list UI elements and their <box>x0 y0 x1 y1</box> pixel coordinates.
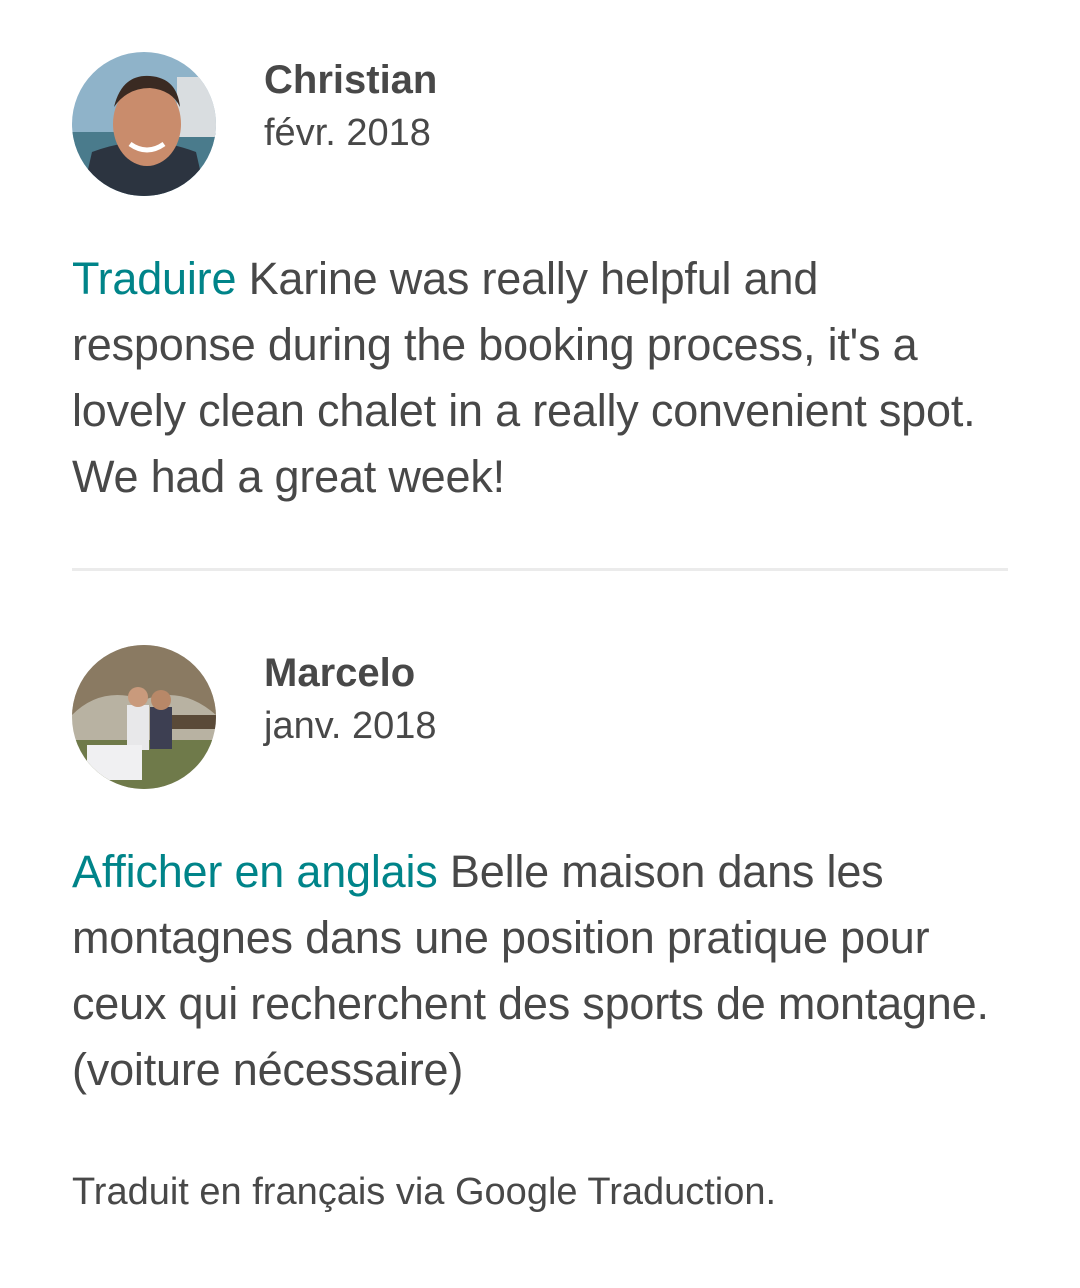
review-card: Christian févr. 2018 Traduire Karine was… <box>72 52 1008 510</box>
reviewer-meta: Marcelo janv. 2018 <box>264 645 437 753</box>
reviewer-meta: Christian févr. 2018 <box>264 52 437 160</box>
review-date: févr. 2018 <box>264 112 431 154</box>
review-header: Marcelo janv. 2018 <box>72 645 1008 789</box>
avatar-photo <box>72 645 216 789</box>
avatar[interactable] <box>72 645 216 789</box>
show-original-link[interactable]: Afficher en anglais <box>72 846 438 897</box>
review-text-block: Traduire Karine was really helpful and r… <box>72 246 1008 510</box>
review-card: Marcelo janv. 2018 Afficher en anglais B… <box>72 645 1008 1103</box>
review-text-block: Afficher en anglais Belle maison dans le… <box>72 839 1008 1103</box>
reviewer-name[interactable]: Marcelo <box>264 649 437 697</box>
translation-notice: Traduit en français via Google Traductio… <box>72 1171 777 1213</box>
review-date: janv. 2018 <box>264 705 437 747</box>
reviewer-name[interactable]: Christian <box>264 56 437 104</box>
divider <box>72 568 1008 571</box>
avatar-photo <box>72 52 216 196</box>
review-header: Christian févr. 2018 <box>72 52 1008 196</box>
translate-link[interactable]: Traduire <box>72 253 236 304</box>
avatar[interactable] <box>72 52 216 196</box>
